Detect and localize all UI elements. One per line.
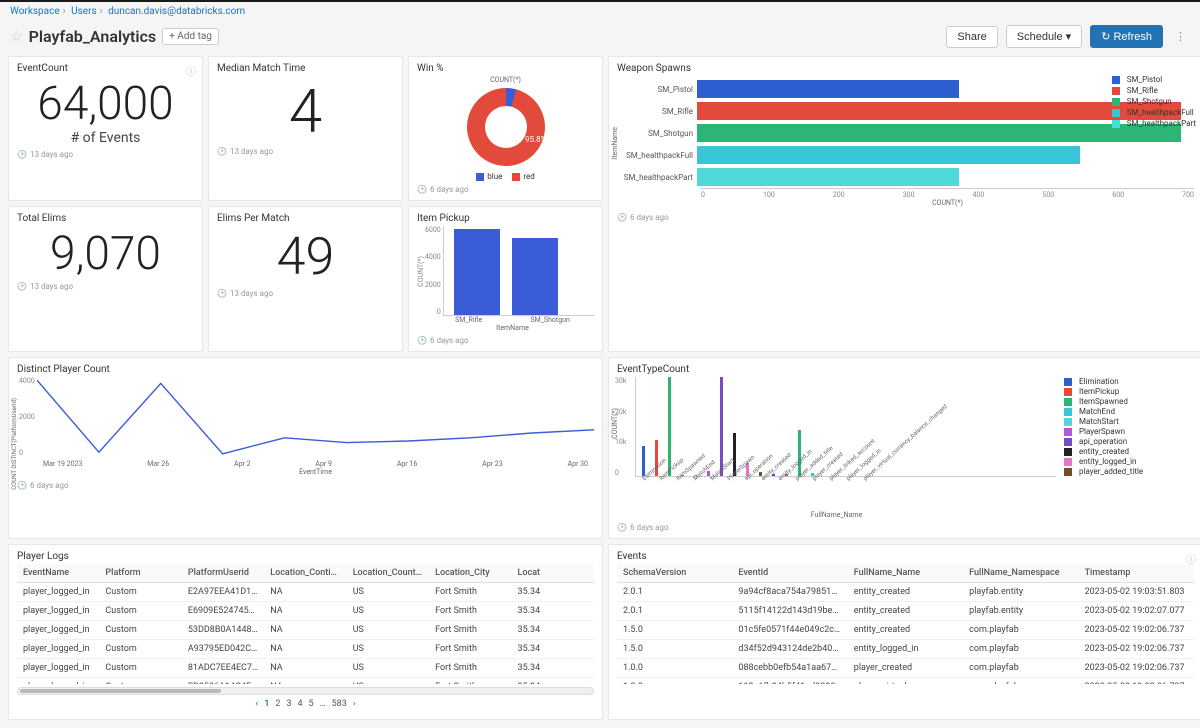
bc-users[interactable]: Users [71,6,97,17]
card-title: Player Logs [17,551,594,562]
clock-icon: 🕑 [417,185,427,194]
card-eventcount: ⓘ EventCount 64,000 # of Events 🕑13 days… [8,56,203,201]
col-header[interactable]: Location_CountryCode [347,564,429,583]
hbar [697,124,1181,142]
table-row[interactable]: 2.0.19a94cf8aca754a79851104d4c9af2b8a92e… [617,583,1194,602]
totalelims-value: 9,070 [17,230,194,278]
clock-icon: 🕑 [217,289,227,298]
table-row[interactable]: player_logged_inCustom81ADC7EE4EC73DF048… [17,659,594,678]
clock-icon: 🕑 [617,213,627,222]
playerlogs-table[interactable]: EventNamePlatformPlatformUseridLocation_… [17,564,594,684]
col-header[interactable]: Locat [512,564,594,583]
clock-icon: 🕑 [417,336,427,345]
share-button[interactable]: Share [946,26,997,48]
clock-icon: 🕑 [17,150,27,159]
vbar [642,446,645,476]
table-row[interactable]: 1.0.0113a6fb24b5f41ad8088a9df67ba247cpla… [617,678,1194,685]
card-title: Events [617,551,1194,562]
col-header[interactable]: Location_City [429,564,511,583]
vbar [798,430,801,476]
pager[interactable]: ‹12345…583› [17,695,594,713]
bc-email[interactable]: duncan.davis@databricks.com [108,6,245,17]
info-icon[interactable]: ⓘ [1186,551,1196,566]
table-row[interactable]: player_logged_inCustomE6909E52474577441C… [17,602,594,621]
card-evttype: EventTypeCount COUNT(*) 30k20k10k0 Elimi… [608,357,1200,539]
medianmatch-value: 4 [217,80,394,143]
clock-icon: 🕑 [17,481,27,490]
hbar [697,168,959,186]
donut-legend: blue red [476,172,534,181]
col-header[interactable]: SchemaVersion [617,564,732,583]
h-scrollbar[interactable] [17,687,594,695]
bc-workspace[interactable]: Workspace [10,6,60,17]
table-row[interactable]: 1.5.0d34f52d943124de2b40e18d7671e24c3ent… [617,640,1194,659]
donut-chart: 95.8% [467,88,545,166]
card-dpc: Distinct Player Count COUNT DISTINCT(Pla… [8,357,603,539]
line-chart [37,377,594,457]
eventcount-value: 64,000 [17,80,194,128]
bar [454,229,500,315]
hbar [697,80,959,98]
eventcount-sub: # of Events [17,130,194,146]
col-header[interactable]: FullName_Name [848,564,963,583]
card-weaponspawns: Weapon Spawns SM_PistolSM_RifleSM_Shotgu… [608,56,1200,352]
clock-icon: 🕑 [617,523,627,532]
table-row[interactable]: player_logged_inCustomED3586A14C4ED2783E… [17,678,594,685]
breadcrumb: Workspace› Users› duncan.davis@databrick… [0,2,1200,21]
info-icon[interactable]: ⓘ [186,63,196,78]
add-tag-button[interactable]: + Add tag [162,28,219,45]
col-header[interactable]: FullName_Namespace [963,564,1078,583]
card-title: Total Elims [17,213,194,224]
card-events: ⓘ Events SchemaVersionEventIdFullName_Na… [608,544,1200,720]
card-medianmatch: Median Match Time 4 🕑13 days ago [208,56,403,201]
table-row[interactable]: 2.0.15115f14122d143d19be3fab1d6372ad3ent… [617,602,1194,621]
card-totalelims: Total Elims 9,070 🕑13 days ago [8,206,203,352]
vbar [668,377,671,476]
col-header[interactable]: EventName [17,564,99,583]
refresh-button[interactable]: ↻ Refresh [1090,25,1163,48]
table-row[interactable]: 1.0.0088cebb0efb54a1aa679d16ce96361a3a7p… [617,659,1194,678]
card-title: Elims Per Match [217,213,394,224]
bar [512,238,558,315]
col-header[interactable]: Timestamp [1079,564,1194,583]
elimsper-value: 49 [217,230,394,285]
star-icon[interactable]: ☆ [10,29,23,45]
table-row[interactable]: 1.5.001c5fe0571f44e049c2cc0d945c74bf8ent… [617,621,1194,640]
schedule-button[interactable]: Schedule ▾ [1006,25,1082,48]
clock-icon: 🕑 [217,147,227,156]
card-title: EventCount [17,63,194,74]
col-header[interactable]: EventId [732,564,847,583]
card-winpct: Win % COUNT(*) 95.8% blue red 🕑6 days ag… [408,56,603,201]
card-playerlogs: Player Logs EventNamePlatformPlatformUse… [8,544,603,720]
clock-icon: 🕑 [17,282,27,291]
table-row[interactable]: player_logged_inCustomE2A97EEA41D15DBEAF… [17,583,594,602]
card-title: Item Pickup [417,213,594,224]
col-header[interactable]: Platform [99,564,181,583]
card-title: Median Match Time [217,63,394,74]
card-title: Distinct Player Count [17,364,594,375]
kebab-icon[interactable]: ⋮ [1171,30,1190,43]
col-header[interactable]: PlatformUserid [182,564,264,583]
card-title: Win % [417,63,594,74]
events-table[interactable]: SchemaVersionEventIdFullName_NameFullNam… [617,564,1194,684]
table-row[interactable]: player_logged_inCustom53DD8B0A14484D9A4D… [17,621,594,640]
table-row[interactable]: player_logged_inCustomA93795ED042CEA4286… [17,640,594,659]
hbar [697,146,1080,164]
card-itempickup: Item Pickup COUNT(*) 6000400020000 SM_Ri… [408,206,603,352]
page-title: Playfab_Analytics [29,27,157,46]
vbar [720,377,723,476]
col-header[interactable]: Location_ContinentCode [264,564,346,583]
card-title: Weapon Spawns [617,63,1194,74]
card-elimsper: Elims Per Match 49 🕑13 days ago [208,206,403,352]
hbar [697,102,1181,120]
card-title: EventTypeCount [617,364,1194,375]
